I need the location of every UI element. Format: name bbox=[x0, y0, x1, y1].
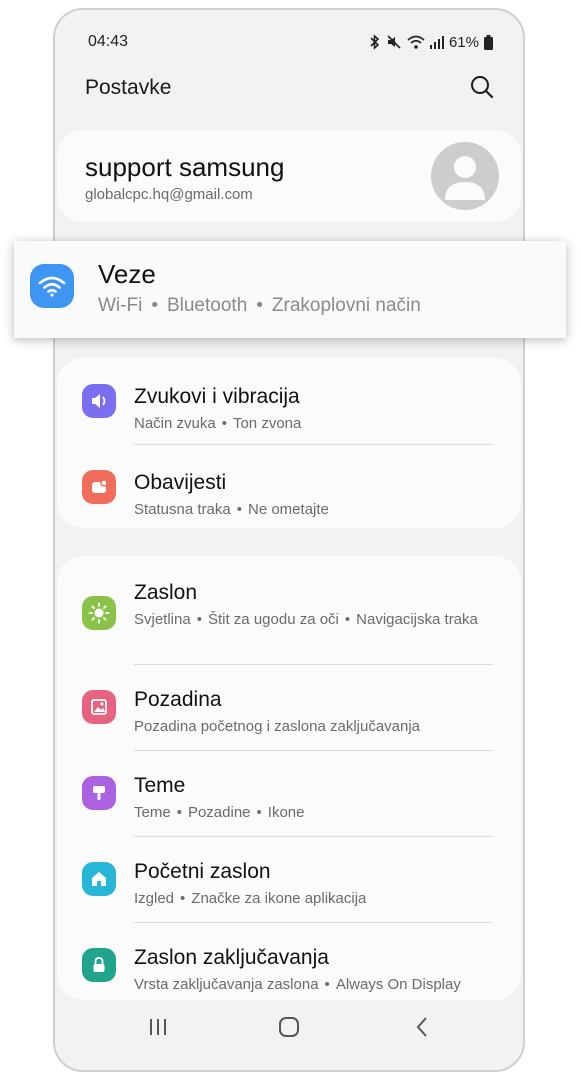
item-title: Teme bbox=[134, 774, 186, 797]
settings-item-lock-screen[interactable]: Zaslon zaključavanja Vrsta zaključavanja… bbox=[57, 922, 521, 1000]
battery-percent: 61% bbox=[448, 33, 479, 51]
avatar bbox=[431, 142, 499, 210]
search-icon bbox=[471, 76, 494, 99]
wifi-status-icon bbox=[407, 35, 425, 49]
item-subtitle: Teme • Pozadine • Ikone bbox=[134, 804, 305, 821]
recent-apps-icon bbox=[150, 1019, 166, 1035]
item-title: Obavijesti bbox=[134, 471, 227, 494]
recent-apps-button[interactable] bbox=[143, 1012, 173, 1042]
brightness-icon bbox=[82, 596, 116, 630]
lock-icon bbox=[82, 948, 116, 982]
settings-item-display[interactable]: Zaslon Svjetlina • Štit za ugodu za oči • Na… bbox=[57, 556, 521, 663]
search-button[interactable] bbox=[469, 74, 495, 100]
back-icon bbox=[416, 1017, 427, 1037]
item-title: Početni zaslon bbox=[134, 860, 271, 883]
bluetooth-icon bbox=[370, 34, 380, 50]
item-subtitle: Pozadina početnog i zaslona zaključavanj… bbox=[134, 718, 421, 735]
item-title: Zvukovi i vibracija bbox=[134, 385, 300, 408]
home-button[interactable] bbox=[274, 1012, 304, 1042]
wallpaper-icon bbox=[82, 690, 116, 724]
settings-group-display: Zaslon Svjetlina • Štit za ugodu za oči • Na… bbox=[57, 556, 521, 1000]
avatar-person-icon bbox=[445, 156, 485, 200]
page-title: Postavke bbox=[85, 76, 172, 99]
settings-item-wallpaper[interactable]: Pozadina Pozadina početnog i zaslona zak… bbox=[57, 664, 521, 750]
settings-item-themes[interactable]: Teme Teme • Pozadine • Ikone bbox=[57, 750, 521, 836]
notification-icon bbox=[82, 470, 116, 504]
battery-icon bbox=[484, 34, 493, 50]
connections-title: Veze bbox=[98, 259, 156, 289]
navigation-bar bbox=[55, 998, 523, 1070]
phone-frame: 04:43 61% Postavke support samsung globa… bbox=[53, 8, 525, 1072]
item-title: Pozadina bbox=[134, 688, 222, 711]
profile-card[interactable]: support samsung globalcpc.hq@gmail.com bbox=[57, 130, 521, 222]
settings-group-sound: Zvukovi i vibracija Način zvuka • Ton zvon… bbox=[57, 358, 521, 528]
settings-item-sounds[interactable]: Zvukovi i vibracija Način zvuka • Ton zvon… bbox=[57, 358, 521, 444]
settings-item-home-screen[interactable]: Početni zaslon Izgled • Značke za ikone ap… bbox=[57, 836, 521, 922]
wifi-icon bbox=[30, 264, 74, 308]
profile-email: globalcpc.hq@gmail.com bbox=[85, 186, 253, 203]
item-title: Zaslon bbox=[134, 581, 198, 604]
signal-icon bbox=[429, 36, 444, 49]
status-time: 04:43 bbox=[88, 33, 129, 50]
home-icon bbox=[82, 862, 116, 896]
item-subtitle: Svjetlina • Štit za ugodu za oči • Navigacij… bbox=[134, 611, 478, 628]
profile-name: support samsung bbox=[85, 152, 285, 182]
home-nav-icon bbox=[279, 1017, 299, 1037]
status-bar: 04:43 61% bbox=[88, 32, 493, 52]
theme-brush-icon bbox=[82, 776, 116, 810]
mute-icon bbox=[387, 35, 401, 49]
item-title: Zaslon zaključavanja bbox=[134, 946, 329, 969]
volume-icon bbox=[82, 384, 116, 418]
connections-subtitle: Wi-Fi • Bluetooth • Zrakoplovni način bbox=[98, 295, 421, 316]
item-subtitle: Način zvuka • Ton zvona bbox=[134, 415, 302, 432]
item-subtitle: Vrsta zaključavanja zaslona • Always On Di… bbox=[134, 976, 461, 993]
item-subtitle: Izgled • Značke za ikone aplikacija bbox=[134, 890, 367, 907]
settings-item-notifications[interactable]: Obavijesti Statusna traka • Ne ometajte bbox=[57, 444, 521, 528]
back-button[interactable] bbox=[407, 1012, 437, 1042]
settings-item-connections[interactable]: Veze Wi-Fi • Bluetooth • Zrakoplovni način bbox=[14, 241, 566, 338]
item-subtitle: Statusna traka • Ne ometajte bbox=[134, 501, 329, 518]
